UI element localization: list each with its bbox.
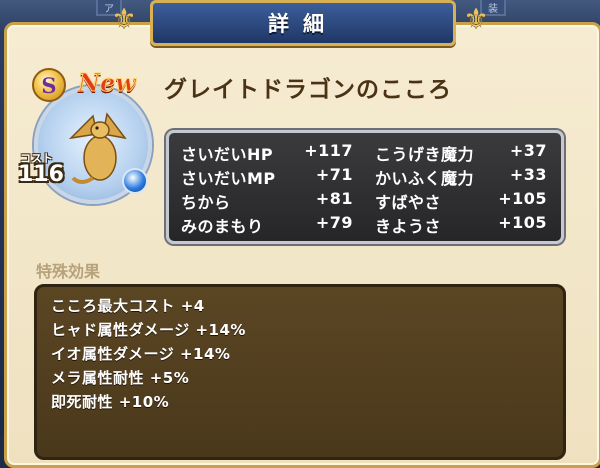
blue-orb-icon xyxy=(122,168,148,194)
effect-line: こころ最大コスト +4 xyxy=(51,297,205,315)
stat-value-dexterity: +105 xyxy=(498,213,547,232)
stats-box: さいだいHP +117 こうげき魔力 +37 さいだいMP +71 かいふく魔力… xyxy=(166,130,564,244)
stat-label-agility: すばやさ xyxy=(375,193,442,212)
stat-label-defense: みのまもり xyxy=(181,217,264,236)
special-effects-box: こころ最大コスト +4 ヒャド属性ダメージ +14% イオ属性ダメージ +14%… xyxy=(34,284,566,460)
effect-line: イオ属性ダメージ +14% xyxy=(51,345,231,363)
stat-value-maxhp: +117 xyxy=(304,141,353,160)
cost-value: 116 xyxy=(18,162,64,187)
new-badge: New xyxy=(78,68,137,98)
stat-value-defense: +79 xyxy=(315,213,353,232)
stat-value-agility: +105 xyxy=(498,189,547,208)
rank-badge: S xyxy=(32,68,66,102)
heart-name: グレイトドラゴンのこころ xyxy=(164,77,452,103)
stat-label-strength: ちから xyxy=(181,193,231,212)
stat-label-maxmp: さいだいMP xyxy=(181,169,276,188)
stat-label-maxhp: さいだいHP xyxy=(181,145,274,164)
fleur-right-icon: ⚜ xyxy=(463,2,489,35)
stat-label-dexterity: きようさ xyxy=(375,217,442,236)
stat-label-attack-magic: こうげき魔力 xyxy=(375,145,475,164)
special-effects-heading: 特殊効果 xyxy=(36,262,101,281)
stat-value-heal-magic: +33 xyxy=(509,165,547,184)
effect-line: ヒャド属性ダメージ +14% xyxy=(51,321,246,339)
stat-value-strength: +81 xyxy=(315,189,353,208)
window-frame: ア 装 ⚜ ⚜ 詳細 S New コスト 116 グレイトドラゴンのこころ さい… xyxy=(0,0,600,468)
stat-value-maxmp: +71 xyxy=(315,165,353,184)
title-plate: 詳細 xyxy=(150,0,456,46)
effect-line: メラ属性耐性 +5% xyxy=(51,369,190,387)
stat-value-attack-magic: +37 xyxy=(509,141,547,160)
heart-avatar[interactable]: S New コスト 116 xyxy=(14,68,154,204)
page-title: 詳細 xyxy=(268,12,338,36)
effect-line: 即死耐性 +10% xyxy=(51,393,170,411)
stat-label-heal-magic: かいふく魔力 xyxy=(375,169,475,188)
fleur-left-icon: ⚜ xyxy=(111,2,137,35)
